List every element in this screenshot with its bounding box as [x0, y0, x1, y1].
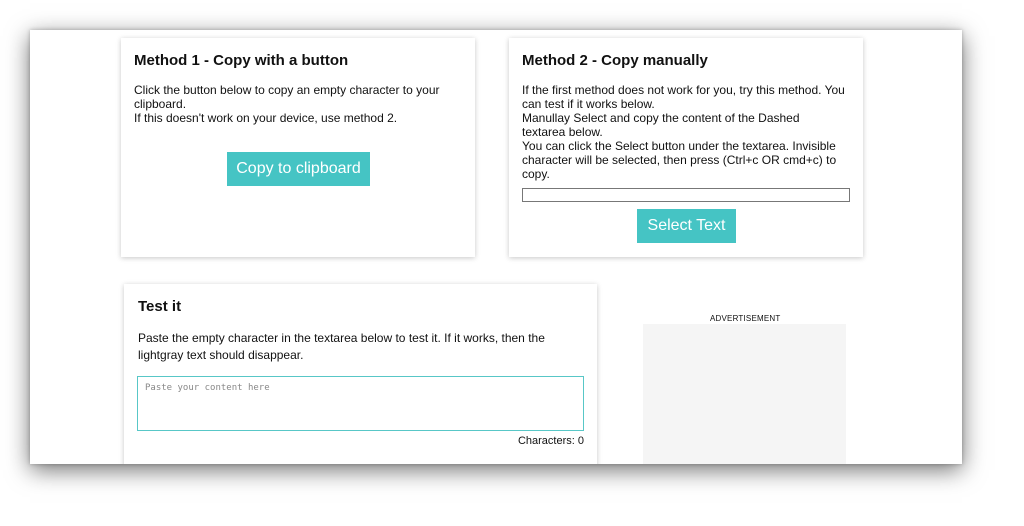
method2-text-line: Manullay Select and copy the content of … — [522, 111, 800, 125]
dashed-textarea[interactable] — [522, 188, 850, 202]
test-card: Test it Paste the empty character in the… — [124, 284, 597, 464]
method2-text-line: You can click the Select button under th… — [522, 139, 836, 153]
advertisement-slot[interactable] — [643, 324, 846, 464]
method1-text-line1: Click the button below to copy an empty … — [134, 83, 440, 97]
method2-text-line: If the first method does not work for yo… — [522, 83, 845, 97]
method1-text-line3: If this doesn't work on your device, use… — [134, 111, 398, 125]
test-title: Test it — [138, 298, 182, 315]
method2-text-line: copy. — [522, 167, 550, 181]
method1-text-line2: clipboard. — [134, 97, 187, 111]
test-text-line2: lightgray text should disappear. — [138, 348, 304, 362]
method2-title: Method 2 - Copy manually — [522, 52, 708, 69]
method2-text-line: can test if it works below. — [522, 97, 655, 111]
method2-text-line: character will be selected, then press (… — [522, 153, 837, 167]
select-text-button[interactable]: Select Text — [637, 209, 736, 243]
character-count: Characters: 0 — [517, 435, 584, 447]
test-text-line1: Paste the empty character in the textare… — [138, 331, 545, 345]
copy-to-clipboard-button[interactable]: Copy to clipboard — [227, 152, 370, 186]
advertisement-label: ADVERTISEMENT — [710, 314, 781, 323]
page-frame: Method 1 - Copy with a button Click the … — [30, 30, 962, 464]
method1-card: Method 1 - Copy with a button Click the … — [121, 38, 475, 257]
paste-test-textarea[interactable] — [137, 376, 584, 431]
method2-text-line: textarea below. — [522, 125, 603, 139]
method2-card: Method 2 - Copy manually If the first me… — [509, 38, 863, 257]
method1-title: Method 1 - Copy with a button — [134, 52, 349, 69]
